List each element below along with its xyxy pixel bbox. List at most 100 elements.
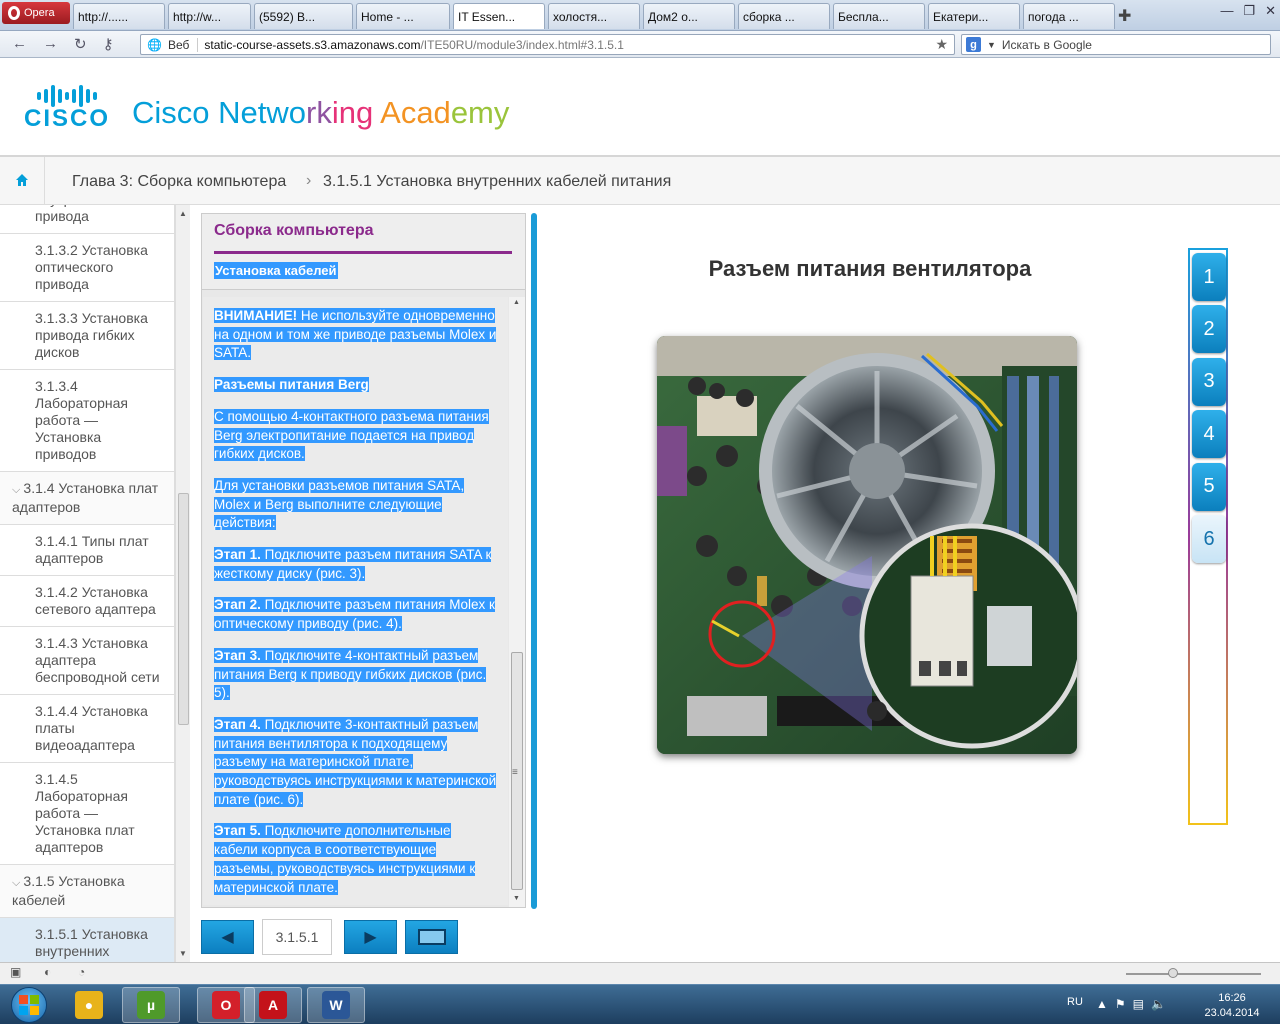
browser-tab[interactable]: (5592) В... — [254, 3, 353, 29]
zoom-slider-knob[interactable] — [1168, 968, 1178, 978]
search-field[interactable]: g ▼ Искать в Google — [961, 34, 1271, 55]
paragraph-text: С помощью 4-контактного разъема питания … — [214, 408, 489, 462]
url-text[interactable]: static-course-assets.s3.amazonaws.com/IT… — [204, 38, 624, 52]
figure-tabs: 123456 — [1188, 248, 1228, 825]
toc-item[interactable]: 3.1.3.2 Установка оптического привода — [0, 234, 174, 302]
turbo-icon[interactable]: ◐ — [44, 965, 51, 979]
globe-icon: 🌐 — [147, 37, 162, 52]
forward-icon[interactable]: → — [43, 35, 58, 53]
toc-sidebar: внутреннего привода3.1.3.2 Установка опт… — [0, 205, 175, 962]
start-button[interactable] — [2, 985, 56, 1024]
close-icon[interactable]: ✕ — [1265, 3, 1276, 19]
toc-item[interactable]: 3.1.3.3 Установка привода гибких дисков — [0, 302, 174, 370]
windows-taskbar: ● µ O A W RU ▲ ⚑ ▤ 🔈 16:26 23.04.2014 — [0, 984, 1280, 1024]
chrome-app-button[interactable]: ● — [60, 987, 118, 1023]
reload-icon[interactable]: ↻ — [74, 35, 87, 53]
toc-item[interactable]: 3.1.4.5 Лабораторная работа — Установка … — [0, 763, 174, 865]
arrow-right-icon: ▶ — [364, 929, 377, 946]
restore-icon[interactable]: ❐ — [1243, 3, 1255, 19]
toc-section[interactable]: 3.1.4 Установка плат адаптеров — [0, 472, 174, 525]
utorrent-icon: µ — [137, 991, 165, 1019]
toc-item[interactable]: 3.1.3.4 Лабораторная работа — Установка … — [0, 370, 174, 472]
motherboard-illustration — [657, 336, 1077, 754]
toc-section[interactable]: 3.1.5 Установка кабелей — [0, 865, 174, 918]
word-app-button[interactable]: W — [307, 987, 365, 1023]
academy-title-segment: Acad — [380, 95, 451, 130]
scroll-up-icon[interactable]: ▲ — [513, 299, 520, 306]
content-title: Сборка компьютера — [214, 222, 374, 239]
figure-tab-5[interactable]: 5 — [1192, 462, 1226, 511]
content-scrollbar[interactable]: ▲ ≡ ▼ — [509, 297, 525, 907]
cisco-logo[interactable]: CISCO Cisco Networking Academy — [24, 84, 509, 132]
next-page-button[interactable]: ▶ — [344, 920, 397, 954]
toc-scrollbar[interactable]: ▲ ▼ — [175, 205, 190, 962]
speed-icon[interactable]: ◔ — [78, 965, 85, 979]
scroll-down-icon[interactable]: ▼ — [513, 895, 520, 902]
content-paragraph: Этап 5. Подключите дополнительные кабели… — [214, 822, 498, 897]
acrobat-icon: A — [259, 991, 287, 1019]
volume-icon[interactable]: 🔈 — [1151, 997, 1166, 1011]
browser-tab[interactable]: сборка ... — [738, 3, 830, 29]
toc-item[interactable]: 3.1.4.2 Установка сетевого адаптера — [0, 576, 174, 627]
breadcrumb-divider — [44, 157, 45, 205]
browser-tab[interactable]: http://w... — [168, 3, 251, 29]
breadcrumb-section: 3.1.5.1 Установка внутренних кабелей пит… — [323, 173, 672, 190]
figure-tab-6[interactable]: 6 — [1192, 515, 1226, 563]
toc-item[interactable]: 3.1.4.3 Установка адаптера беспроводной … — [0, 627, 174, 695]
browser-tab[interactable]: Беспла... — [833, 3, 925, 29]
action-center-icon[interactable]: ⚑ — [1115, 997, 1126, 1011]
fullscreen-button[interactable] — [405, 920, 458, 954]
back-icon[interactable]: ← — [12, 35, 27, 53]
scroll-down-icon[interactable]: ▼ — [179, 949, 187, 958]
browser-tab[interactable]: погода ... — [1023, 3, 1115, 29]
browser-tab[interactable]: Екатери... — [928, 3, 1020, 29]
content-paragraph: Для установки разъемов питания SATA, Mol… — [214, 477, 498, 533]
figure-tab-1[interactable]: 1 — [1192, 253, 1226, 301]
minimize-icon[interactable]: — — [1220, 3, 1233, 19]
figure-tab-3[interactable]: 3 — [1192, 357, 1226, 406]
clock[interactable]: 16:26 23.04.2014 — [1202, 991, 1262, 1021]
toc-item[interactable]: 3.1.5.1 Установка внутренних кабелей пит… — [0, 918, 174, 962]
google-icon[interactable]: g — [966, 37, 981, 52]
browser-tab[interactable]: http://...... — [73, 3, 165, 29]
toc-item[interactable]: внутреннего привода — [0, 205, 174, 234]
paragraph-bold: Этап 4. — [214, 716, 261, 732]
figure-tab-4[interactable]: 4 — [1192, 410, 1226, 459]
search-dropdown-icon[interactable]: ▼ — [987, 40, 996, 50]
cisco-wordmark: CISCO — [24, 84, 111, 132]
new-tab-button[interactable]: ✚ — [1118, 6, 1131, 26]
page-number: 3.1.5.1 — [262, 919, 332, 955]
panel-toggle-icon[interactable]: ▣ — [10, 965, 21, 979]
toc-scroll-thumb[interactable] — [178, 493, 189, 725]
prev-page-button[interactable]: ◀ — [201, 920, 254, 954]
chrome-icon: ● — [75, 991, 103, 1019]
pager: ◀ 3.1.5.1 ▶ — [201, 919, 458, 955]
figure-tab-2[interactable]: 2 — [1192, 305, 1226, 354]
acrobat-app-button[interactable]: A — [244, 987, 302, 1023]
browser-tab[interactable]: IT Essen... — [453, 3, 545, 29]
tray-expand-icon[interactable]: ▲ — [1096, 997, 1108, 1011]
toc-item[interactable]: 3.1.4.4 Установка платы видеоадаптера — [0, 695, 174, 763]
network-icon[interactable]: ▤ — [1133, 997, 1144, 1011]
browser-tab[interactable]: холостя... — [548, 3, 640, 29]
browser-tab[interactable]: Дом2 о... — [643, 3, 735, 29]
content-paragraph: Этап 2. Подключите разъем питания Molex … — [214, 596, 498, 633]
title-rule — [214, 251, 512, 254]
cisco-word: CISCO — [24, 105, 111, 132]
bookmark-star-icon[interactable]: ★ — [935, 36, 948, 53]
address-field[interactable]: 🌐 Веб static-course-assets.s3.amazonaws.… — [140, 34, 955, 55]
browser-tab[interactable]: Home - ... — [356, 3, 450, 29]
academy-title: Cisco Networking Academy — [132, 96, 509, 130]
home-icon[interactable] — [15, 173, 29, 190]
breadcrumb-chapter[interactable]: Глава 3: Сборка компьютера — [72, 173, 286, 191]
toc-item[interactable]: 3.1.4.1 Типы плат адаптеров — [0, 525, 174, 576]
content-paragraph: Разъемы питания Berg — [214, 376, 498, 395]
utorrent-app-button[interactable]: µ — [122, 987, 180, 1023]
zoom-slider[interactable] — [1126, 968, 1261, 978]
content-subtitle: Установка кабелей — [214, 262, 338, 279]
scroll-up-icon[interactable]: ▲ — [179, 209, 187, 218]
key-icon[interactable]: ⚷ — [103, 35, 114, 53]
opera-menu-button[interactable]: Opera — [2, 2, 70, 24]
breadcrumb: Глава 3: Сборка компьютера › 3.1.5.1 Уст… — [0, 155, 1280, 205]
language-indicator[interactable]: RU — [1067, 996, 1083, 1008]
